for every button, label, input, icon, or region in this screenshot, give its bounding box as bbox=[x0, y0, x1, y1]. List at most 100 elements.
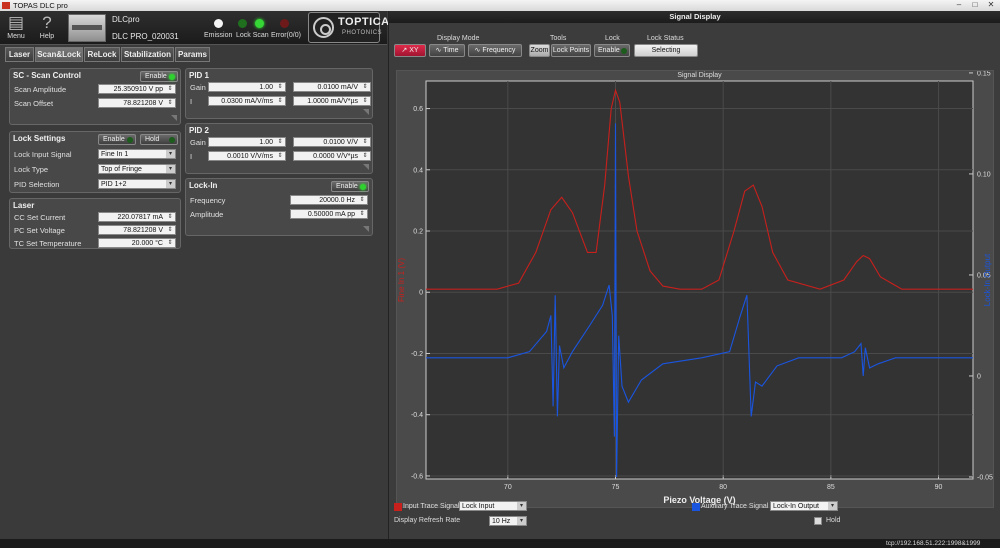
lockin-frequency-label: Frequency bbox=[190, 196, 226, 205]
laser-title: Laser bbox=[13, 201, 35, 210]
lock-hold-button[interactable]: Hold bbox=[140, 134, 178, 145]
scan-enable-label: Enable bbox=[145, 73, 167, 80]
lock-settings-title: Lock Settings bbox=[13, 134, 66, 143]
chevron-down-icon: ▾ bbox=[517, 502, 526, 510]
minimize-button[interactable]: – bbox=[952, 0, 966, 10]
tab-relock[interactable]: ReLock bbox=[84, 47, 120, 62]
lock-enable-button[interactable]: Enable bbox=[98, 134, 136, 145]
hold-checkbox[interactable] bbox=[814, 517, 822, 525]
spin-icon[interactable]: ⇕ bbox=[165, 99, 175, 107]
pid2-gain-label: Gain bbox=[190, 138, 206, 147]
input-trace-color-swatch bbox=[394, 503, 402, 511]
help-button[interactable]: ? Help bbox=[33, 13, 61, 43]
close-button[interactable]: ✕ bbox=[984, 0, 998, 10]
spin-icon[interactable]: ⇕ bbox=[165, 239, 175, 247]
spin-icon[interactable]: ⇕ bbox=[360, 138, 370, 146]
lockin-frequency-field[interactable]: 20000.0 Hz ⇕ bbox=[290, 195, 368, 205]
spin-icon[interactable]: ⇕ bbox=[360, 83, 370, 91]
scan-offset-field[interactable]: 78.821208 V ⇕ bbox=[98, 98, 176, 108]
cc-current-field[interactable]: 220.07817 mA ⇕ bbox=[98, 212, 176, 222]
spin-icon[interactable]: ⇕ bbox=[275, 152, 285, 160]
time-mode-button[interactable]: ∿ Time bbox=[429, 44, 465, 57]
refresh-rate-select[interactable]: 10 Hz ▾ bbox=[489, 516, 527, 526]
y2-tick-label: 0.15 bbox=[977, 71, 991, 77]
spin-icon[interactable]: ⇕ bbox=[165, 85, 175, 93]
hold-label: Hold bbox=[826, 517, 841, 524]
menu-button[interactable]: ▤ Menu bbox=[2, 13, 30, 43]
y-tick-label: -0.2 bbox=[411, 351, 423, 358]
spin-icon[interactable]: ⇕ bbox=[360, 152, 370, 160]
time-label: Time bbox=[443, 47, 459, 54]
tab-stabilization[interactable]: Stabilization bbox=[121, 47, 174, 62]
frequency-mode-button[interactable]: ∿ Frequency bbox=[468, 44, 522, 57]
maximize-button[interactable]: □ bbox=[968, 0, 982, 10]
y-tick-label: 0.6 bbox=[413, 106, 423, 113]
y-tick-label: 0.4 bbox=[413, 167, 423, 174]
lockin-frequency-value: 20000.0 Hz bbox=[319, 197, 355, 204]
error-label: Error(0/0) bbox=[271, 32, 301, 39]
lock-status-label: Lock Status bbox=[647, 35, 684, 42]
spin-icon[interactable]: ⇕ bbox=[275, 97, 285, 105]
spin-icon[interactable]: ⇕ bbox=[357, 210, 367, 218]
tab-laser[interactable]: Laser bbox=[5, 47, 34, 62]
pid1-title: PID 1 bbox=[189, 71, 210, 80]
pid1-gain-field[interactable]: 1.00 ⇕ bbox=[208, 82, 286, 92]
lock-type-select[interactable]: Top of Fringe ▾ bbox=[98, 164, 176, 174]
x-tick-label: 90 bbox=[935, 484, 943, 491]
spin-icon[interactable]: ⇕ bbox=[275, 138, 285, 146]
spin-icon[interactable]: ⇕ bbox=[357, 196, 367, 204]
pid2-i-field[interactable]: 0.0010 V/V/ms ⇕ bbox=[208, 151, 286, 161]
y-axis-label: Fine In 1 (V) bbox=[397, 258, 406, 302]
scan-control-title: SC - Scan Control bbox=[13, 71, 82, 80]
device-name: DLCpro bbox=[112, 15, 140, 24]
device-header: ▤ Menu ? Help DLCpro DLC PRO_020031 Emis… bbox=[0, 11, 389, 45]
lock-points-button[interactable]: Lock Points bbox=[551, 44, 591, 57]
xy-mode-button[interactable]: ↗ XY bbox=[394, 44, 426, 57]
expand-corner-icon[interactable] bbox=[363, 109, 369, 115]
enable-led bbox=[621, 48, 627, 54]
tc-temperature-field[interactable]: 20.000 °C ⇕ bbox=[98, 238, 176, 248]
tab-scan-lock[interactable]: Scan&Lock bbox=[35, 47, 83, 62]
spin-icon[interactable]: ⇕ bbox=[165, 226, 175, 234]
aux-trace-select[interactable]: Lock-In Output ▾ bbox=[770, 501, 838, 511]
tc-temperature-label: TC Set Temperature bbox=[14, 239, 82, 248]
spin-icon[interactable]: ⇕ bbox=[165, 213, 175, 221]
tab-params[interactable]: Params bbox=[175, 47, 210, 62]
scan-amplitude-field[interactable]: 25.350910 V pp ⇕ bbox=[98, 84, 176, 94]
expand-corner-icon[interactable] bbox=[363, 164, 369, 170]
input-trace-select[interactable]: Lock Input ▾ bbox=[459, 501, 527, 511]
lockin-title: Lock-In bbox=[189, 181, 218, 190]
logo-sub: PHOTONICS bbox=[342, 30, 383, 36]
lockin-enable-button[interactable]: Enable bbox=[331, 181, 369, 192]
pid-selection-select[interactable]: PID 1+2 ▾ bbox=[98, 179, 176, 189]
lock-input-select[interactable]: Fine In 1 ▾ bbox=[98, 149, 176, 159]
chevron-down-icon: ▾ bbox=[166, 150, 175, 158]
pc-voltage-field[interactable]: 78.821208 V ⇕ bbox=[98, 225, 176, 235]
status-bar: tcp://192.168.51.222:1998&1999 bbox=[0, 539, 1000, 548]
lock-input-value: Fine In 1 bbox=[101, 151, 129, 158]
lockin-amplitude-field[interactable]: 0.50000 mA pp ⇕ bbox=[290, 209, 368, 219]
pid2-gain-field[interactable]: 1.00 ⇕ bbox=[208, 137, 286, 147]
expand-corner-icon[interactable] bbox=[363, 226, 369, 232]
spin-icon[interactable]: ⇕ bbox=[275, 83, 285, 91]
pid2-i2-field[interactable]: 0.0000 V/V*µs ⇕ bbox=[293, 151, 371, 161]
aux-trace-value: Lock-In Output bbox=[773, 503, 819, 510]
pid1-gain2-field[interactable]: 0.0100 mA/V ⇕ bbox=[293, 82, 371, 92]
zoom-button[interactable]: Zoom bbox=[529, 44, 550, 57]
lock-hold-label: Hold bbox=[145, 136, 160, 143]
pid2-i-label: I bbox=[190, 152, 193, 161]
expand-corner-icon[interactable] bbox=[171, 115, 177, 121]
scan-led bbox=[255, 19, 264, 28]
lock-enable-toggle[interactable]: Enable bbox=[594, 44, 630, 57]
scan-enable-button[interactable]: Enable bbox=[140, 71, 178, 82]
pid-selection-value: PID 1+2 bbox=[101, 181, 127, 188]
pid1-i-field[interactable]: 0.0300 mA/V/ms ⇕ bbox=[208, 96, 286, 106]
input-trace-value: Lock Input bbox=[462, 503, 495, 510]
pid-selection-label: PID Selection bbox=[14, 180, 60, 189]
chevron-down-icon: ▾ bbox=[166, 165, 175, 173]
spin-icon[interactable]: ⇕ bbox=[360, 97, 370, 105]
signal-chart[interactable]: Signal Display 70 75 80 85 90 0.6 0.4 0.2 0 -0.2 -0… bbox=[397, 70, 995, 509]
pid1-i2-field[interactable]: 1.0000 mA/V*µs ⇕ bbox=[293, 96, 371, 106]
pid2-gain2-field[interactable]: 0.0100 V/V ⇕ bbox=[293, 137, 371, 147]
x-tick-label: 80 bbox=[719, 484, 727, 491]
